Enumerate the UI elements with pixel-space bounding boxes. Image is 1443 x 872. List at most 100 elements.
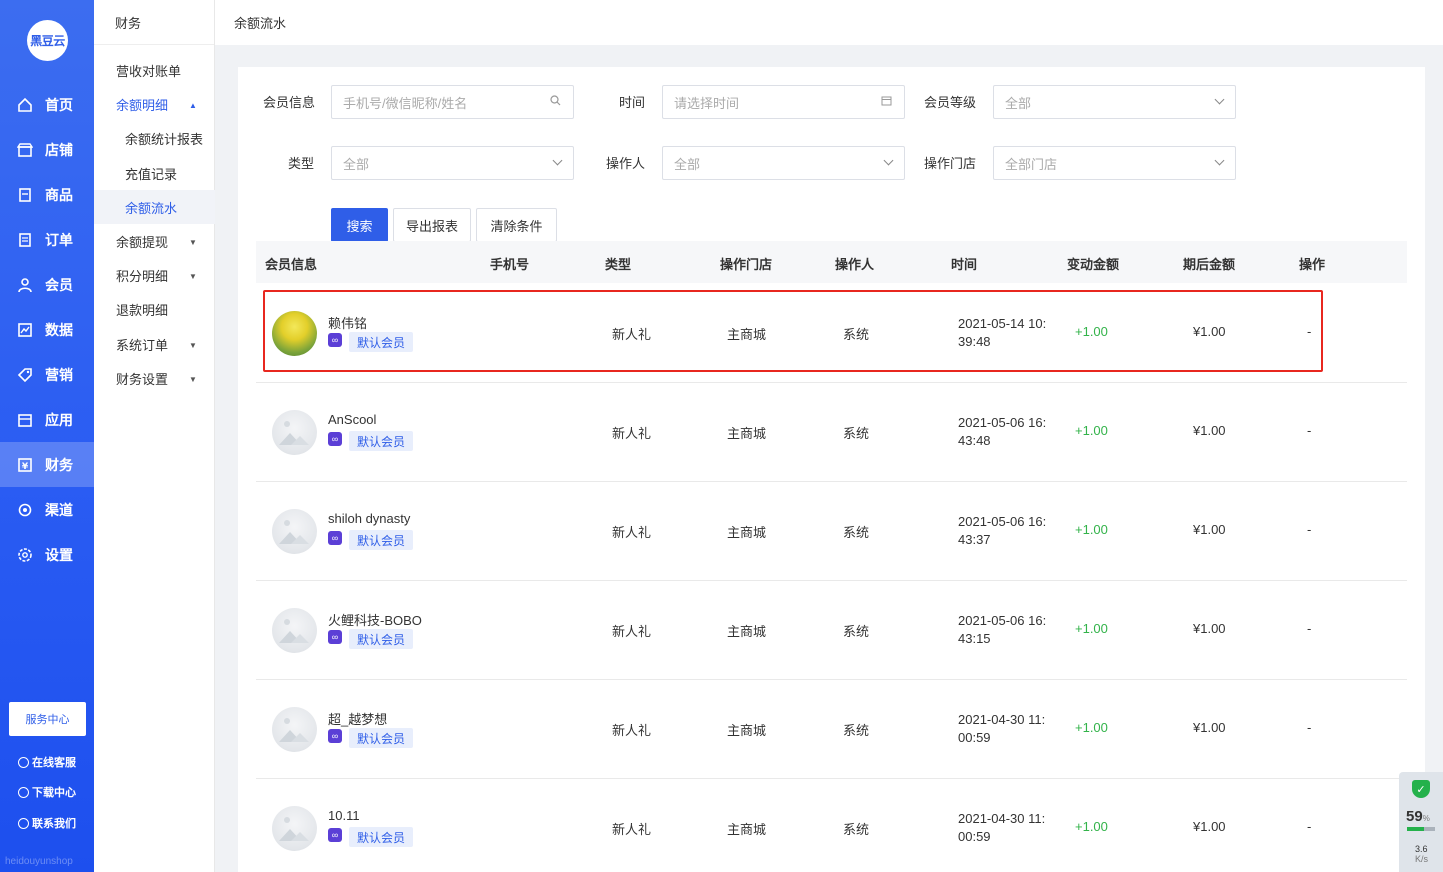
caret-down-icon: ▼ <box>189 375 197 384</box>
type-cell: 新人礼 <box>612 822 652 837</box>
avatar-sun <box>284 817 290 823</box>
nav-item-label: 数据 <box>45 321 73 338</box>
nav-item-data[interactable]: 数据 <box>0 307 94 352</box>
nav-item-apps[interactable]: 应用 <box>0 397 94 442</box>
monitor-speed-unit: K/s <box>1415 854 1429 864</box>
nav-item-label: 商品 <box>45 186 73 203</box>
sub-nav: 财务 营收对账单 余额明细 ▲ 余额统计报表 充值记录 余额流水 余额提现 ▼ … <box>94 0 215 872</box>
subnav-item-recharge-records[interactable]: 充值记录 <box>94 156 215 190</box>
monitor-bar <box>1407 827 1435 831</box>
table-header: 会员信息 手机号 类型 操作门店 操作人 时间 变动金额 期后金额 操作 <box>256 241 1407 283</box>
mini-program-icon: ∞ <box>328 333 342 347</box>
column-header: 类型 <box>605 257 632 272</box>
change-amount-cell: +1.00 <box>1075 324 1108 339</box>
action-cell[interactable]: - <box>1307 324 1311 339</box>
user-icon <box>17 277 33 293</box>
app-icon <box>17 412 33 428</box>
avatar-sun <box>284 421 290 427</box>
column-header: 操作人 <box>835 257 875 272</box>
member-level-badge: 默认会员 <box>349 332 414 352</box>
nav-item-settings[interactable]: 设置 <box>0 532 94 577</box>
store-cell: 主商城 <box>727 426 767 441</box>
operator-cell: 系统 <box>843 624 870 639</box>
order-icon <box>17 232 33 248</box>
action-cell[interactable]: - <box>1307 423 1311 438</box>
member-name[interactable]: 超_越梦想 <box>328 709 387 728</box>
time-filter-label: 时间 <box>619 95 646 110</box>
member-name[interactable]: 10.11 <box>328 808 360 823</box>
service-center-button[interactable]: 服务中心 <box>9 702 86 736</box>
subnav-item-revenue-statement[interactable]: 营收对账单 <box>94 53 215 87</box>
nav-footer-watermark: heidouyunshop <box>5 856 73 867</box>
store-select[interactable]: 全部门店 <box>993 146 1236 180</box>
search-icon[interactable] <box>550 95 561 109</box>
time-picker[interactable]: 请选择时间 <box>662 85 905 119</box>
member-level-badge: 默认会员 <box>349 827 414 847</box>
nav-item-marketing[interactable]: 营销 <box>0 352 94 397</box>
avatar-sun <box>284 520 290 526</box>
member-name[interactable]: 赖伟铭 <box>328 313 367 332</box>
mini-program-icon: ∞ <box>328 729 342 743</box>
nav-item-label: 店铺 <box>45 141 73 158</box>
nav-item-finance[interactable]: ¥ 财务 <box>0 442 94 487</box>
action-cell[interactable]: - <box>1307 522 1311 537</box>
nav-item-store[interactable]: 店铺 <box>0 127 94 172</box>
nav-item-home[interactable]: 首页 <box>0 82 94 127</box>
nav-item-order[interactable]: 订单 <box>0 217 94 262</box>
balance-after-cell: ¥1.00 <box>1193 324 1226 339</box>
contact-us-link[interactable]: 联系我们 <box>18 815 76 831</box>
monitor-percent-unit: % <box>1422 814 1430 823</box>
operator-cell: 系统 <box>843 426 870 441</box>
subnav-title: 财务 <box>94 0 214 45</box>
nav-item-member[interactable]: 会员 <box>0 262 94 307</box>
column-header: 时间 <box>951 257 978 272</box>
member-name[interactable]: AnScool <box>328 412 376 427</box>
member-search-input[interactable]: 手机号/微信昵称/姓名 <box>331 85 574 119</box>
finance-icon: ¥ <box>17 457 33 473</box>
avatar-mountain <box>291 436 309 445</box>
operator-select[interactable]: 全部 <box>662 146 905 180</box>
clear-filters-button[interactable]: 清除条件 <box>476 208 557 242</box>
channel-icon <box>17 502 33 518</box>
subnav-item-balance-flow[interactable]: 余额流水 <box>94 190 215 224</box>
support-icon <box>18 756 29 768</box>
column-header: 操作门店 <box>720 257 773 272</box>
action-cell[interactable]: - <box>1307 819 1311 834</box>
action-cell[interactable]: - <box>1307 720 1311 735</box>
action-cell[interactable]: - <box>1307 621 1311 636</box>
balance-after-cell: ¥1.00 <box>1193 819 1226 834</box>
table-row: AnScool ∞ 默认会员 新人礼 主商城 系统 2021-05-06 16:43:48 +… <box>256 383 1407 482</box>
nav-item-channel[interactable]: 渠道 <box>0 487 94 532</box>
online-support-label: 在线客服 <box>32 757 76 769</box>
type-cell: 新人礼 <box>612 624 652 639</box>
table-row: 火鲤科技-BOBO ∞ 默认会员 新人礼 主商城 系统 2021-05-06 16:43:1… <box>256 581 1407 680</box>
shield-icon: ✓ <box>1412 780 1430 798</box>
level-filter-label: 会员等级 <box>924 95 977 110</box>
logo[interactable]: 黑豆云 <box>27 20 68 61</box>
subnav-item-refunds[interactable]: 退款明细 <box>94 292 215 326</box>
subnav-item-label: 余额明细 <box>116 97 169 113</box>
member-level-select[interactable]: 全部 <box>993 85 1236 119</box>
store-cell: 主商城 <box>727 525 767 540</box>
online-support-link[interactable]: 在线客服 <box>18 754 76 770</box>
time-cell: 2021-05-14 10:39:48 <box>958 316 1047 349</box>
store-select-value: 全部门店 <box>1005 156 1058 172</box>
avatar <box>272 806 317 851</box>
contact-icon <box>18 817 29 829</box>
type-select[interactable]: 全部 <box>331 146 574 180</box>
nav-item-label: 应用 <box>45 411 73 428</box>
download-center-link[interactable]: 下载中心 <box>18 784 76 800</box>
store-cell: 主商城 <box>727 327 767 342</box>
export-report-button[interactable]: 导出报表 <box>393 208 471 242</box>
subnav-item-balance-report[interactable]: 余额统计报表 <box>94 121 215 155</box>
column-header: 会员信息 <box>265 257 318 272</box>
nav-item-goods[interactable]: 商品 <box>0 172 94 217</box>
search-button[interactable]: 搜索 <box>331 208 388 242</box>
network-monitor-widget[interactable]: ✓ 59% 3.6 K/s <box>1399 772 1443 872</box>
balance-after-cell: ¥1.00 <box>1193 522 1226 537</box>
member-name[interactable]: 火鲤科技-BOBO <box>328 610 422 629</box>
nav-item-label: 会员 <box>45 276 73 293</box>
time-cell: 2021-05-06 16:43:15 <box>958 613 1047 646</box>
member-name[interactable]: shiloh dynasty <box>328 511 410 526</box>
member-filter-label: 会员信息 <box>263 95 316 110</box>
